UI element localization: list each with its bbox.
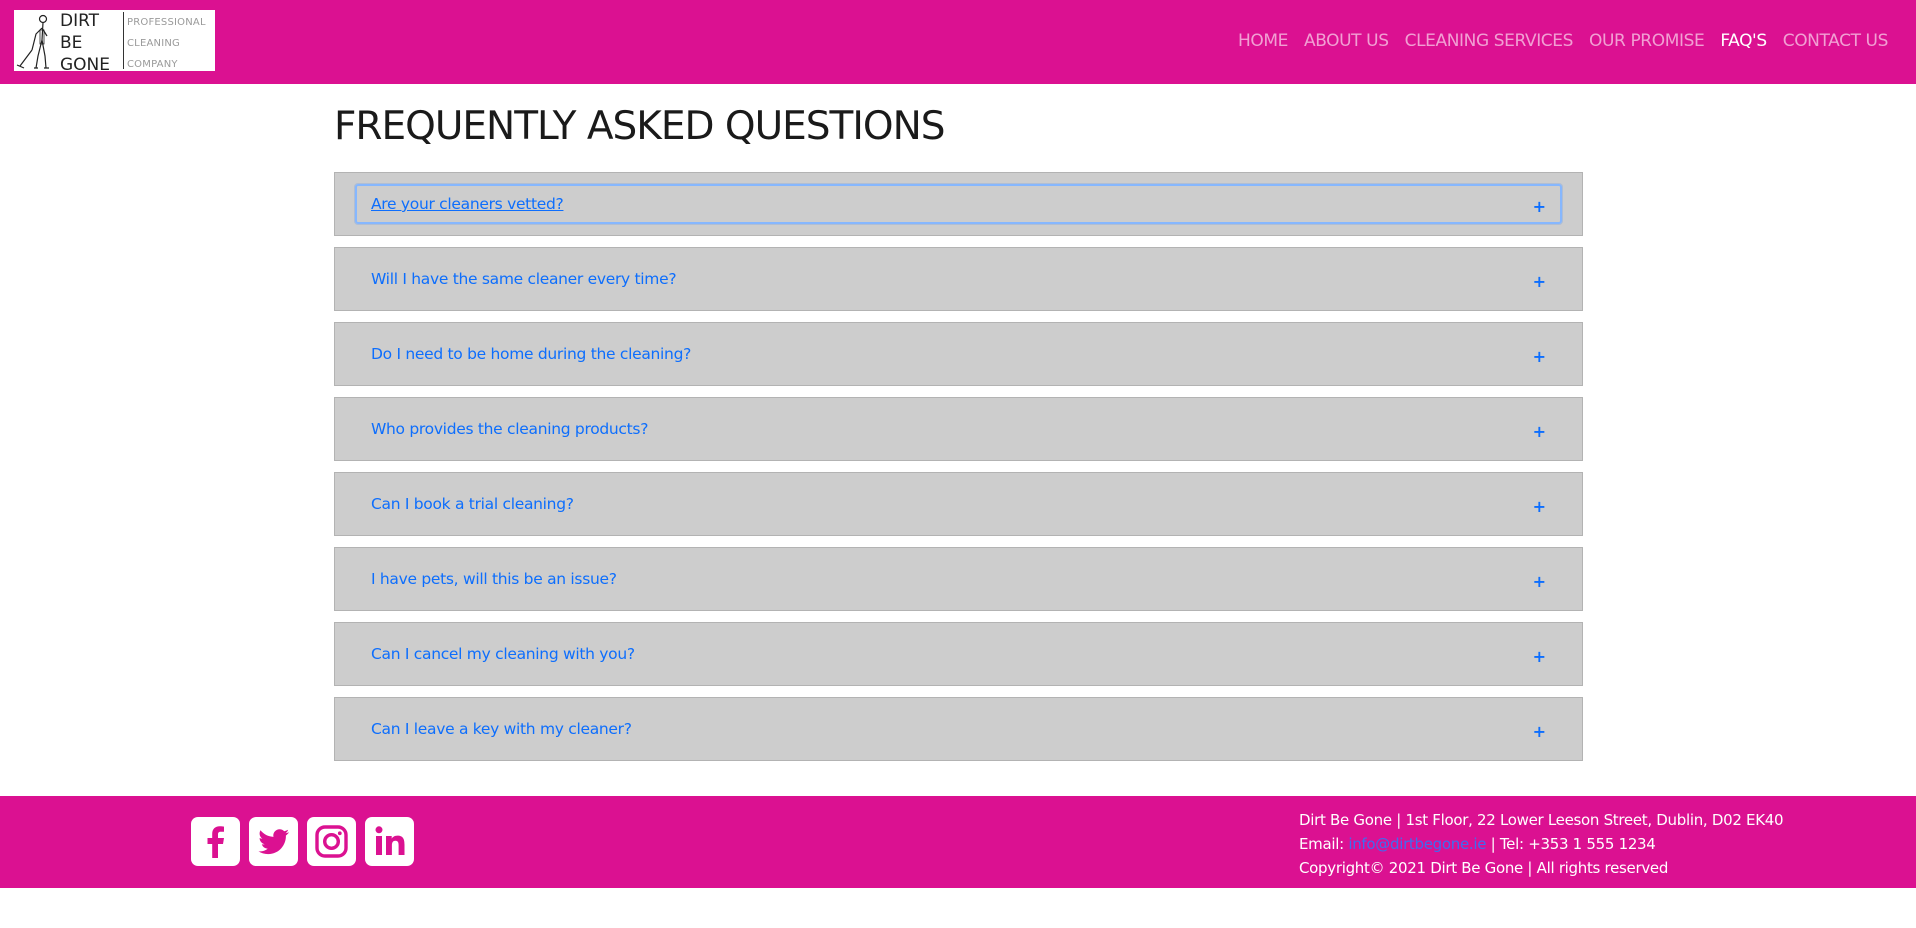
faq-toggle-button[interactable]: Can I leave a key with my cleaner? + — [355, 709, 1562, 749]
faq-toggle-button[interactable]: Who provides the cleaning products? + — [355, 409, 1562, 449]
cleaner-figure-icon — [16, 14, 49, 69]
faq-toggle-button[interactable]: Will I have the same cleaner every time?… — [355, 259, 1562, 299]
faq-toggle-button[interactable]: Are your cleaners vetted? + — [355, 184, 1562, 224]
faq-question: Can I cancel my cleaning with you? — [371, 645, 635, 663]
faq-item: Will I have the same cleaner every time?… — [334, 247, 1583, 311]
twitter-icon[interactable] — [249, 817, 298, 866]
social-links — [191, 817, 414, 866]
faq-item: Can I book a trial cleaning? + — [334, 472, 1583, 536]
faq-item: Do I need to be home during the cleaning… — [334, 322, 1583, 386]
footer-copyright: Copyright© 2021 Dirt Be Gone | All right… — [1299, 859, 1669, 877]
footer-contact-line: Email: info@dirtbegone.ie | Tel: +353 1 … — [1299, 832, 1783, 856]
logo-tagline-2: CLEANING — [127, 38, 180, 49]
plus-icon: + — [1532, 271, 1546, 291]
main-nav: HOME ABOUT US CLEANING SERVICES OUR PROM… — [1230, 28, 1896, 54]
instagram-icon[interactable] — [307, 817, 356, 866]
faq-question: Do I need to be home during the cleaning… — [371, 345, 692, 363]
faq-accordion: Are your cleaners vetted? + Will I have … — [334, 172, 1583, 772]
plus-icon: + — [1532, 196, 1546, 216]
header-navbar: DIRT BE GONE PROFESSIONAL CLEANING COMPA… — [0, 0, 1916, 84]
footer-tel: | Tel: +353 1 555 1234 — [1486, 835, 1656, 853]
plus-icon: + — [1532, 346, 1546, 366]
nav-faqs[interactable]: FAQ'S — [1712, 28, 1774, 54]
plus-icon: + — [1532, 646, 1546, 666]
footer-contact-info: Dirt Be Gone | 1st Floor, 22 Lower Leeso… — [1299, 808, 1784, 880]
faq-question: Who provides the cleaning products? — [371, 420, 649, 438]
faq-question: Can I book a trial cleaning? — [371, 495, 574, 513]
faq-toggle-button[interactable]: I have pets, will this be an issue? + — [355, 559, 1562, 599]
faq-item: Can I leave a key with my cleaner? + — [334, 697, 1583, 761]
faq-question: Will I have the same cleaner every time? — [371, 270, 677, 288]
facebook-icon[interactable] — [191, 817, 240, 866]
email-link[interactable]: info@dirtbegone.ie — [1348, 835, 1486, 853]
nav-contact-us[interactable]: CONTACT US — [1775, 28, 1896, 54]
logo-tagline-1: PROFESSIONAL — [127, 17, 206, 28]
footer-address: Dirt Be Gone | 1st Floor, 22 Lower Leeso… — [1299, 811, 1784, 829]
faq-question: I have pets, will this be an issue? — [371, 570, 617, 588]
site-footer: Dirt Be Gone | 1st Floor, 22 Lower Leeso… — [0, 796, 1916, 888]
logo-tagline: PROFESSIONAL CLEANING COMPANY — [127, 12, 215, 71]
brand-logo[interactable]: DIRT BE GONE PROFESSIONAL CLEANING COMPA… — [14, 10, 215, 71]
logo-tagline-3: COMPANY — [127, 59, 178, 70]
nav-our-promise[interactable]: OUR PROMISE — [1581, 28, 1712, 54]
plus-icon: + — [1532, 421, 1546, 441]
faq-item: Can I cancel my cleaning with you? + — [334, 622, 1583, 686]
faq-toggle-button[interactable]: Do I need to be home during the cleaning… — [355, 334, 1562, 374]
plus-icon: + — [1532, 496, 1546, 516]
linkedin-icon[interactable] — [365, 817, 414, 866]
faq-item: Are your cleaners vetted? + — [334, 172, 1583, 236]
faq-question: Are your cleaners vetted? — [371, 195, 564, 213]
email-label: Email: — [1299, 835, 1349, 853]
logo-divider — [123, 12, 124, 69]
page-title: FREQUENTLY ASKED QUESTIONS — [334, 104, 945, 149]
plus-icon: + — [1532, 571, 1546, 591]
nav-home[interactable]: HOME — [1230, 28, 1296, 54]
faq-item: Who provides the cleaning products? + — [334, 397, 1583, 461]
nav-cleaning-services[interactable]: CLEANING SERVICES — [1397, 28, 1581, 54]
faq-question: Can I leave a key with my cleaner? — [371, 720, 632, 738]
nav-about-us[interactable]: ABOUT US — [1296, 28, 1397, 54]
faq-toggle-button[interactable]: Can I book a trial cleaning? + — [355, 484, 1562, 524]
plus-icon: + — [1532, 721, 1546, 741]
faq-item: I have pets, will this be an issue? + — [334, 547, 1583, 611]
faq-toggle-button[interactable]: Can I cancel my cleaning with you? + — [355, 634, 1562, 674]
